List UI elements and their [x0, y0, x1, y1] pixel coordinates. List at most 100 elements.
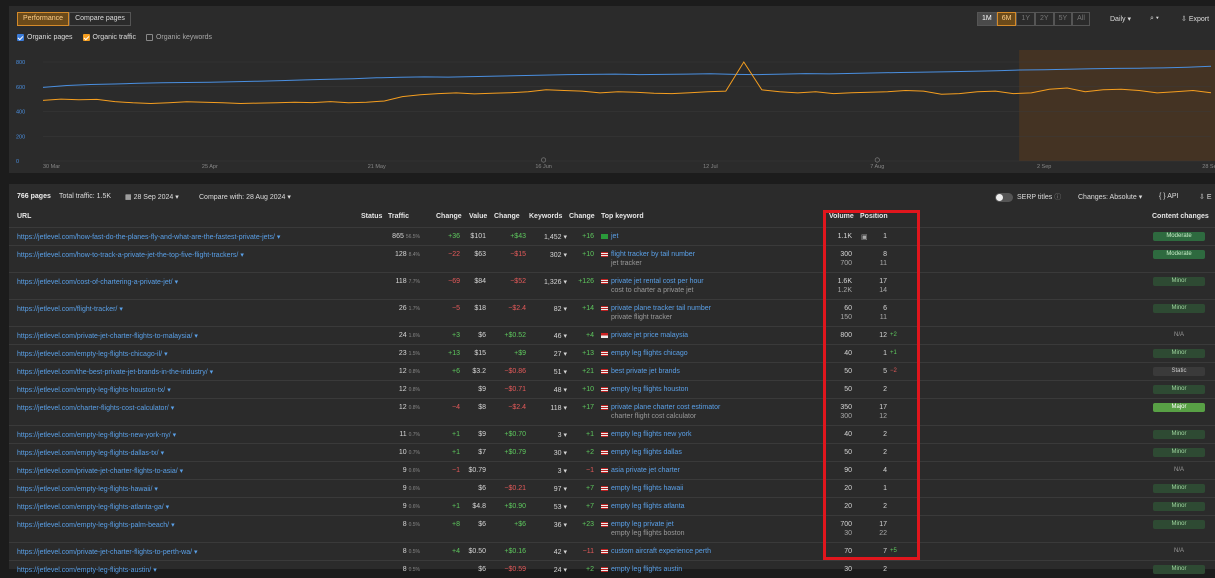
performance-chart[interactable]: 800 600 400 200 0 30 Mar 25 Apr 21 May 16 Jun 12 … — [9, 50, 1215, 172]
range-5y[interactable]: 5Y — [1053, 12, 1073, 26]
page-url-link[interactable]: https://jetlevel.com/cost-of-chartering-… — [17, 278, 178, 286]
content-change-badge[interactable]: Minor — [1153, 349, 1205, 358]
top-keyword[interactable]: asia private jet charter — [601, 467, 680, 474]
col-traffic[interactable]: Traffic — [388, 213, 409, 220]
table-row[interactable]: https://jetlevel.com/how-fast-do-the-pla… — [9, 227, 1215, 245]
page-url-link[interactable]: https://jetlevel.com/empty-leg-flights-h… — [17, 386, 171, 394]
export-table-button[interactable]: ⇩ E — [1199, 193, 1212, 201]
secondary-keyword[interactable]: private flight tracker — [611, 314, 672, 321]
content-change-badge[interactable]: N/A — [1153, 466, 1205, 475]
page-url-link[interactable]: https://jetlevel.com/flight-tracker/ ▾ — [17, 305, 123, 313]
table-row[interactable]: https://jetlevel.com/empty-leg-flights-n… — [9, 425, 1215, 443]
top-keyword[interactable]: empty leg flights austin — [601, 566, 682, 573]
top-keyword[interactable]: empty leg flights new york — [601, 431, 692, 438]
content-change-badge[interactable]: Static — [1153, 367, 1205, 376]
range-2y[interactable]: 2Y — [1035, 12, 1054, 26]
page-url-link[interactable]: https://jetlevel.com/how-to-track-a-priv… — [17, 251, 244, 259]
date-picker[interactable]: ▦ 28 Sep 2024 ▾ — [125, 193, 179, 201]
range-1y[interactable]: 1Y — [1016, 12, 1036, 26]
page-url-link[interactable]: https://jetlevel.com/empty-leg-flights-n… — [17, 431, 176, 439]
page-url-link[interactable]: https://jetlevel.com/empty-leg-flights-a… — [17, 566, 157, 574]
top-keyword[interactable]: private plane charter cost estimator — [601, 404, 720, 411]
col-keywords[interactable]: Keywords — [529, 213, 562, 220]
top-keyword[interactable]: empty leg flights hawaii — [601, 485, 683, 492]
table-row[interactable]: https://jetlevel.com/charter-flights-cos… — [9, 398, 1215, 425]
page-url-link[interactable]: https://jetlevel.com/empty-leg-flights-h… — [17, 485, 158, 493]
changes-dropdown[interactable]: Changes: Absolute ▾ — [1078, 193, 1142, 201]
serp-titles-toggle[interactable]: SERP titles ⓘ — [995, 192, 1061, 202]
table-row[interactable]: https://jetlevel.com/empty-leg-flights-h… — [9, 380, 1215, 398]
top-keyword[interactable]: empty leg flights atlanta — [601, 503, 685, 510]
table-row[interactable]: https://jetlevel.com/empty-leg-flights-a… — [9, 497, 1215, 515]
range-6m[interactable]: 6M — [996, 12, 1017, 26]
content-change-badge[interactable]: Minor — [1153, 484, 1205, 493]
table-row[interactable]: https://jetlevel.com/how-to-track-a-priv… — [9, 245, 1215, 272]
compare-dropdown[interactable]: Compare with: 28 Aug 2024 ▾ — [199, 193, 291, 201]
top-keyword[interactable]: private plane tracker tail number — [601, 305, 711, 312]
content-change-badge[interactable]: Minor — [1153, 565, 1205, 574]
top-keyword[interactable]: jet — [601, 233, 618, 240]
content-change-badge[interactable]: Minor — [1153, 502, 1205, 511]
page-url-link[interactable]: https://jetlevel.com/private-jet-charter… — [17, 548, 198, 556]
col-value-change[interactable]: Change — [494, 213, 520, 220]
page-url-link[interactable]: https://jetlevel.com/empty-leg-flights-c… — [17, 350, 168, 358]
top-keyword[interactable]: flight tracker by tail number — [601, 251, 695, 258]
tab-compare-pages[interactable]: Compare pages — [69, 12, 131, 26]
secondary-keyword[interactable]: charter flight cost calculator — [611, 413, 696, 420]
export-button[interactable]: ⇩ Export — [1181, 15, 1209, 23]
content-change-badge[interactable]: Minor — [1153, 304, 1205, 313]
col-status[interactable]: Status — [361, 213, 382, 220]
content-change-badge[interactable]: N/A — [1153, 547, 1205, 556]
page-url-link[interactable]: https://jetlevel.com/private-jet-charter… — [17, 467, 183, 475]
page-url-link[interactable]: https://jetlevel.com/empty-leg-flights-d… — [17, 449, 164, 457]
table-row[interactable]: https://jetlevel.com/empty-leg-flights-h… — [9, 479, 1215, 497]
col-content-changes[interactable]: Content changes — [1152, 213, 1209, 220]
page-url-link[interactable]: https://jetlevel.com/private-jet-charter… — [17, 332, 198, 340]
secondary-keyword[interactable]: cost to charter a private jet — [611, 287, 693, 294]
organic-traffic-checkbox[interactable]: Organic traffic — [82, 34, 136, 41]
top-keyword[interactable]: empty leg flights chicago — [601, 350, 688, 357]
table-row[interactable]: https://jetlevel.com/empty-leg-flights-c… — [9, 344, 1215, 362]
content-change-badge[interactable]: Minor — [1153, 448, 1205, 457]
content-change-badge[interactable]: Minor — [1153, 430, 1205, 439]
content-change-badge[interactable]: Minor — [1153, 385, 1205, 394]
content-change-badge[interactable]: Major — [1153, 403, 1205, 412]
col-value[interactable]: Value — [469, 213, 487, 220]
content-change-badge[interactable]: N/A — [1153, 331, 1205, 340]
table-row[interactable]: https://jetlevel.com/private-jet-charter… — [9, 542, 1215, 560]
table-row[interactable]: https://jetlevel.com/empty-leg-flights-a… — [9, 560, 1215, 578]
page-url-link[interactable]: https://jetlevel.com/the-best-private-je… — [17, 368, 213, 376]
top-keyword[interactable]: private jet price malaysia — [601, 332, 688, 339]
col-kw-change[interactable]: Change — [569, 213, 595, 220]
secondary-keyword[interactable]: jet tracker — [611, 260, 642, 267]
table-row[interactable]: https://jetlevel.com/flight-tracker/ ▾ 26… — [9, 299, 1215, 326]
table-row[interactable]: https://jetlevel.com/the-best-private-je… — [9, 362, 1215, 380]
interval-dropdown[interactable]: Daily ▾ — [1110, 15, 1131, 23]
top-keyword[interactable]: empty leg flights dallas — [601, 449, 682, 456]
table-row[interactable]: https://jetlevel.com/private-jet-charter… — [9, 461, 1215, 479]
secondary-keyword[interactable]: empty leg flights boston — [611, 530, 685, 537]
top-keyword[interactable]: empty leg private jet — [601, 521, 674, 528]
content-change-badge[interactable]: Moderate — [1153, 232, 1205, 241]
content-change-badge[interactable]: Moderate — [1153, 250, 1205, 259]
top-keyword[interactable]: custom aircraft experience perth — [601, 548, 711, 555]
range-1m[interactable]: 1M — [977, 12, 997, 26]
content-change-badge[interactable]: Minor — [1153, 520, 1205, 529]
table-row[interactable]: https://jetlevel.com/empty-leg-flights-d… — [9, 443, 1215, 461]
col-top-keyword[interactable]: Top keyword — [601, 213, 644, 220]
page-url-link[interactable]: https://jetlevel.com/empty-leg-flights-a… — [17, 503, 169, 511]
organic-keywords-checkbox[interactable]: Organic keywords — [145, 34, 212, 41]
top-keyword[interactable]: best private jet brands — [601, 368, 680, 375]
table-row[interactable]: https://jetlevel.com/cost-of-chartering-… — [9, 272, 1215, 299]
tab-performance[interactable]: Performance — [17, 12, 70, 26]
page-url-link[interactable]: https://jetlevel.com/how-fast-do-the-pla… — [17, 233, 280, 241]
api-button[interactable]: { } API — [1159, 193, 1178, 200]
page-url-link[interactable]: https://jetlevel.com/charter-flights-cos… — [17, 404, 174, 412]
top-keyword[interactable]: empty leg flights houston — [601, 386, 688, 393]
organic-pages-checkbox[interactable]: Organic pages — [17, 34, 73, 41]
col-change[interactable]: Change — [436, 213, 462, 220]
table-row[interactable]: https://jetlevel.com/private-jet-charter… — [9, 326, 1215, 344]
col-url[interactable]: URL — [17, 213, 31, 220]
page-url-link[interactable]: https://jetlevel.com/empty-leg-flights-p… — [17, 521, 175, 529]
range-all[interactable]: All — [1072, 12, 1090, 26]
